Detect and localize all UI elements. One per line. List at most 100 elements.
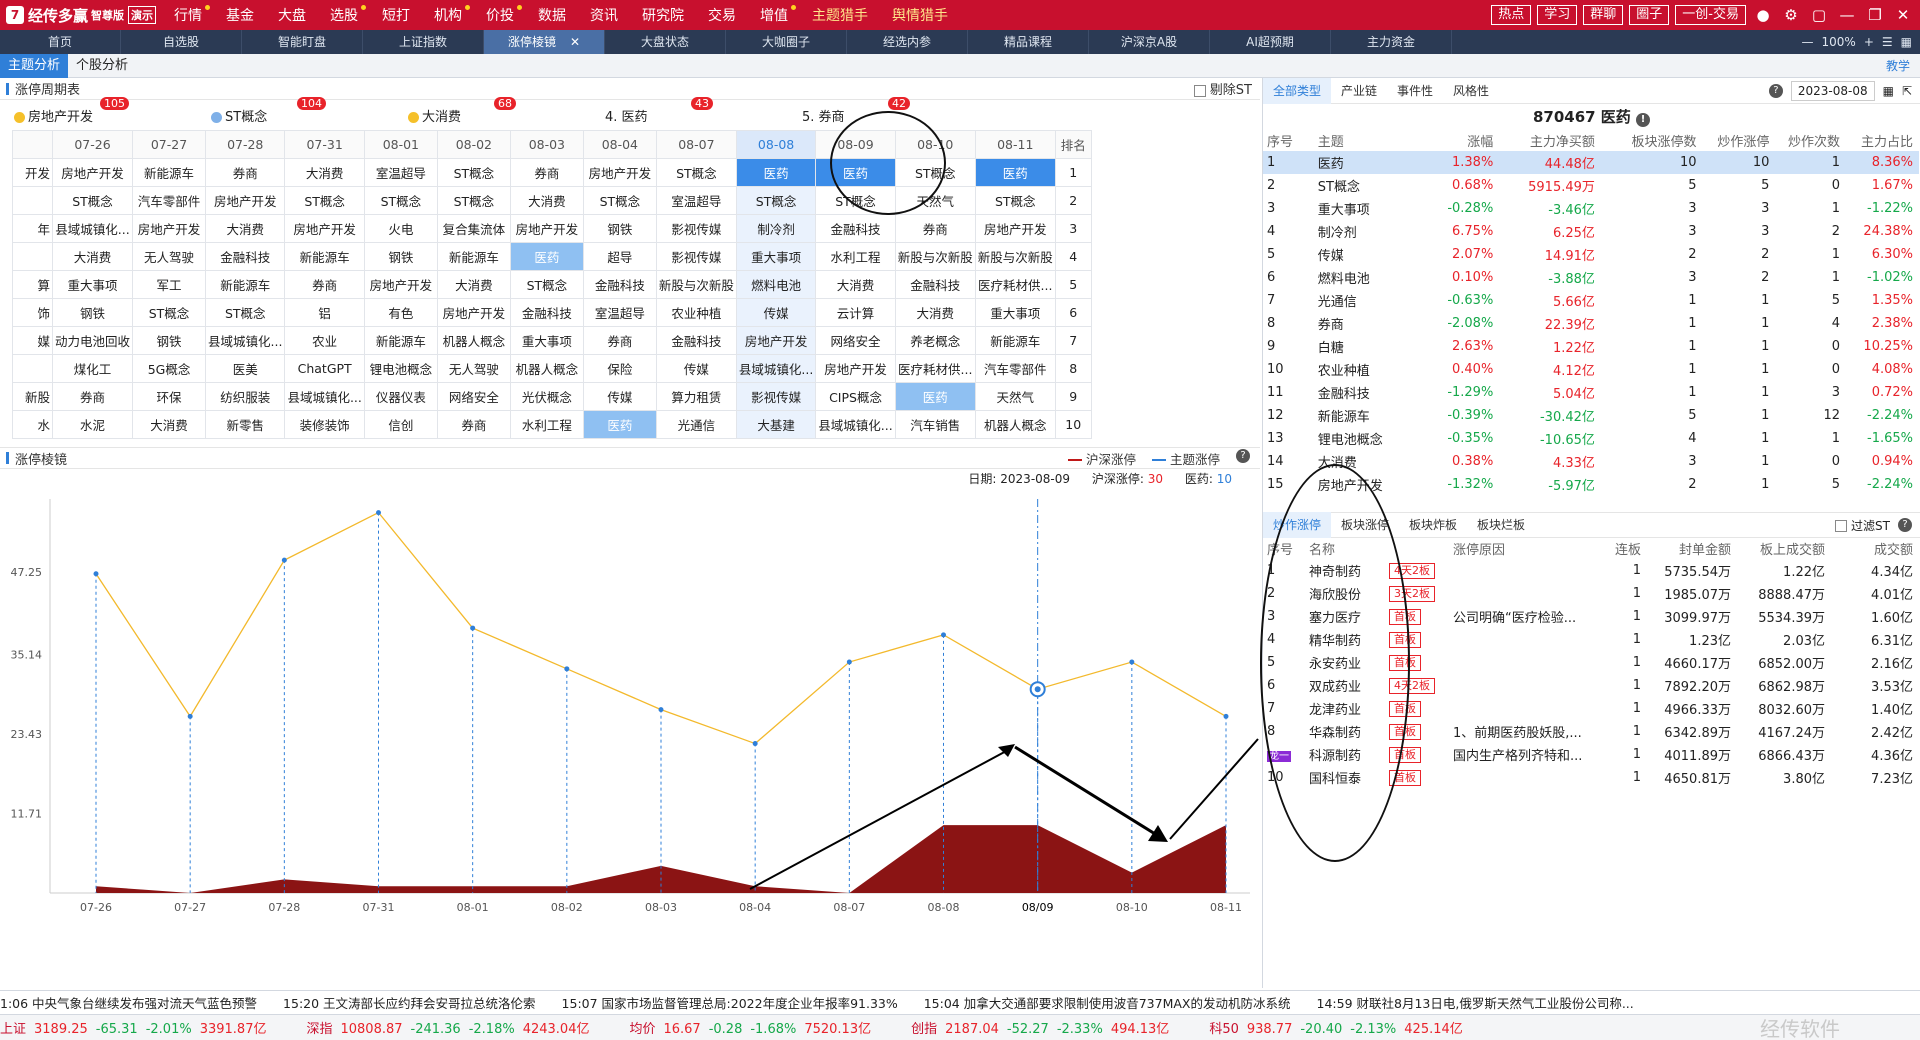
cycle-cell[interactable]: 钢铁 [132,326,207,355]
tab-4[interactable]: 涨停棱镜 ✕ [484,30,605,54]
cycle-cell[interactable]: 农业种植 [655,298,737,327]
cycle-cell[interactable]: 医药 [894,382,976,411]
theme-row[interactable]: 10 农业种植 0.40% 4.12亿 1 1 0 4.08% [1263,358,1919,381]
cycle-cell[interactable]: 无人驾驶 [436,354,511,383]
cycle-cell[interactable]: 新股与次新股 [894,242,976,271]
index-quote[interactable]: 深指 10808.87 -241.36 -2.18% 4243.04亿 [306,1018,597,1037]
cycle-cell[interactable]: 保险 [582,354,657,383]
cycle-cell[interactable]: 新能源车 [284,242,365,271]
stock-col-header[interactable]: 涨停原因 [1449,538,1599,559]
theme-row[interactable]: 7 光通信 -0.63% 5.66亿 1 1 5 1.35% [1263,289,1919,312]
cycle-cell[interactable]: 大消费 [894,298,976,327]
window-icon[interactable]: ▢ [1808,6,1830,24]
cycle-date[interactable]: 08-04 [582,130,657,159]
cycle-cell[interactable]: 券商 [205,158,286,187]
tab-8[interactable]: 精品课程 [968,30,1089,54]
cycle-cell[interactable]: 仪器仪表 [363,382,438,411]
cycle-legend-item[interactable]: 大消费 68 [394,96,591,125]
cycle-cell[interactable]: 券商 [284,270,365,299]
cycle-cell[interactable]: 房地产开发 [132,214,207,243]
cycle-cell[interactable]: ST概念 [436,158,511,187]
cycle-cell[interactable]: 房地产开发 [815,354,896,383]
top-button-0[interactable]: 热点 [1491,5,1532,25]
zoom-out-icon[interactable]: — [1802,35,1814,49]
cycle-cell[interactable]: 云计算 [815,298,896,327]
zoom-in-icon[interactable]: + [1864,35,1874,49]
cycle-cell[interactable]: 机器人概念 [509,354,584,383]
cycle-cell[interactable]: 网络安全 [436,382,511,411]
cycle-legend-item[interactable]: 4. 医药 43 [591,96,788,125]
data-point[interactable] [1129,659,1135,665]
stock-col-header[interactable]: 板上成交额 [1737,538,1831,559]
menu-item-10[interactable]: 交易 [696,5,748,25]
cycle-cell[interactable]: 县域城镇化... [51,214,134,243]
cycle-cell[interactable]: 传媒 [582,382,657,411]
cycle-cell[interactable]: 新能源车 [436,242,511,271]
cycle-date[interactable]: 08-08 [735,130,817,159]
theme-col-header[interactable]: 涨幅 [1420,130,1500,151]
cycle-cell[interactable]: 钢铁 [51,298,134,327]
minimize-icon[interactable]: — [1836,6,1858,24]
menu-item-9[interactable]: 研究院 [630,5,696,25]
data-point[interactable] [187,713,193,719]
cycle-cell[interactable]: ST概念 [132,298,207,327]
close-tab-icon[interactable]: ✕ [570,35,580,49]
data-point[interactable] [941,632,946,638]
menu-item-8[interactable]: 资讯 [578,5,630,25]
close-icon[interactable]: ✕ [1892,6,1914,24]
index-quote[interactable]: 上证 3189.25 -65.31 -2.01% 3391.87亿 [0,1018,274,1037]
cycle-date[interactable]: 08-03 [509,130,584,159]
cycle-cell[interactable]: 纺织服装 [205,382,286,411]
theme-row[interactable]: 14 大消费 0.38% 4.33亿 3 1 0 0.94% [1263,450,1919,473]
news-ticker[interactable]: 1:06 中央气象台继续发布强对流天气蓝色预警 15:20 王文涛部长应约拜会安哥… [0,990,1920,1014]
tab-7[interactable]: 经选内参 [847,30,968,54]
cycle-cell[interactable]: 燃料电池 [735,270,817,299]
cycle-cell[interactable]: 重大事项 [51,270,134,299]
news-item[interactable]: 1:06 中央气象台继续发布强对流天气蓝色预警 [0,993,257,1012]
theme-col-header[interactable]: 炒作次数 [1775,130,1846,151]
cycle-cell[interactable]: 水利工程 [509,410,584,439]
stock-tab-3[interactable]: 板块烂板 [1467,512,1535,538]
cycle-date[interactable]: 07-27 [132,130,207,159]
cycle-cell[interactable]: 环保 [132,382,207,411]
theme-col-header[interactable]: 序号 [1263,130,1314,151]
tab-11[interactable]: 主力资金 [1331,30,1452,54]
menu-item-7[interactable]: 数据 [526,5,578,25]
cycle-cell[interactable]: 装修装饰 [284,410,365,439]
stock-col-header[interactable]: 连板 [1599,538,1647,559]
top-button-1[interactable]: 学习 [1537,5,1578,25]
cycle-cell[interactable]: CIPS概念 [815,382,896,411]
cycle-cell[interactable]: 房地产开发 [51,158,134,187]
top-button-3[interactable]: 圈子 [1629,5,1670,25]
cycle-cell[interactable]: ST概念 [51,186,134,215]
cycle-cell[interactable]: 房地产开发 [974,214,1056,243]
cycle-cell[interactable]: 大消费 [51,242,134,271]
cycle-cell[interactable]: 超导 [582,242,657,271]
cycle-cell[interactable]: ST概念 [735,186,817,215]
theme-col-header[interactable]: 炒作涨停 [1703,130,1776,151]
cycle-cell[interactable]: 军工 [132,270,207,299]
tab-theme-analysis[interactable]: 主题分析 [0,53,69,78]
cycle-cell[interactable]: 新能源车 [205,270,286,299]
cycle-cell[interactable]: 新零售 [205,410,286,439]
menu-item-12[interactable]: 主题猎手 [800,5,880,25]
index-quote[interactable]: 均价 16.67 -0.28 -1.68% 7520.13亿 [629,1018,879,1037]
theme-type-tab-1[interactable]: 产业链 [1331,78,1387,104]
theme-row[interactable]: 9 白糖 2.63% 1.22亿 1 1 0 10.25% [1263,335,1919,358]
cycle-cell[interactable]: 室温超导 [363,158,438,187]
cycle-cell[interactable]: 光通信 [655,410,737,439]
cycle-cell[interactable]: 室温超导 [582,298,657,327]
data-point[interactable] [281,557,287,563]
theme-row[interactable]: 6 燃料电池 0.10% -3.88亿 3 2 1 -1.02% [1263,266,1919,289]
exclude-st-checkbox[interactable]: 剔除ST [1193,79,1260,98]
cycle-cell[interactable]: 券商 [436,410,511,439]
theme-row[interactable]: 2 ST概念 0.68% 5915.49万 5 5 0 1.67% [1263,174,1919,197]
cycle-cell[interactable]: 农业 [284,326,365,355]
cycle-cell[interactable]: 水利工程 [815,242,896,271]
cycle-cell[interactable]: 医药 [974,158,1056,187]
cycle-cell[interactable]: 重大事项 [974,298,1056,327]
cycle-cell[interactable]: 房地产开发 [284,214,365,243]
cycle-cell[interactable]: 新股与次新股 [655,270,737,299]
cycle-cell[interactable]: 金融科技 [894,270,976,299]
cycle-cell[interactable]: 券商 [509,158,584,187]
